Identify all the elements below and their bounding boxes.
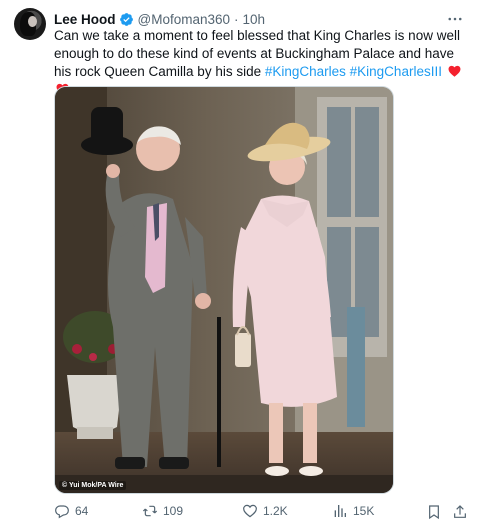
- display-name[interactable]: Lee Hood: [54, 12, 116, 27]
- share-icon[interactable]: [452, 504, 468, 520]
- views-count: 15K: [353, 504, 375, 518]
- hashtag-kingcharlesiii[interactable]: #KingCharlesIII: [350, 64, 442, 79]
- views-button[interactable]: 15K: [332, 503, 374, 519]
- heart-outline-icon: [243, 504, 257, 518]
- like-button[interactable]: 1.2K: [242, 503, 288, 519]
- verified-badge-icon: [119, 12, 133, 26]
- photo-credit: © Yui Mok/PA Wire: [59, 481, 127, 490]
- views-chart-icon: [334, 505, 346, 517]
- like-count: 1.2K: [263, 504, 288, 518]
- separator-dot: ·: [234, 11, 239, 27]
- photo-illustration: [55, 87, 393, 493]
- action-bar: 64 109 1.2K 15K: [54, 503, 470, 523]
- reply-icon: [55, 505, 69, 519]
- retweet-button[interactable]: 109: [142, 503, 183, 519]
- hashtag-kingcharles[interactable]: #KingCharles: [265, 64, 346, 79]
- user-handle[interactable]: @Mofoman360: [138, 12, 231, 27]
- retweet-icon: [142, 505, 158, 517]
- retweet-count: 109: [163, 504, 184, 518]
- timestamp[interactable]: 10h: [243, 12, 266, 27]
- tweet-photo[interactable]: © Yui Mok/PA Wire: [54, 86, 394, 494]
- red-heart-icon: [448, 65, 461, 77]
- more-options-icon[interactable]: [446, 10, 464, 28]
- tweet-card[interactable]: Lee Hood @Mofoman360 · 10h Can we take a…: [0, 0, 478, 530]
- bookmark-icon[interactable]: [426, 504, 442, 520]
- tweet-header: Lee Hood @Mofoman360 · 10h: [54, 10, 265, 28]
- avatar[interactable]: [14, 8, 46, 40]
- reply-button[interactable]: 64: [54, 503, 88, 519]
- reply-count: 64: [75, 504, 89, 518]
